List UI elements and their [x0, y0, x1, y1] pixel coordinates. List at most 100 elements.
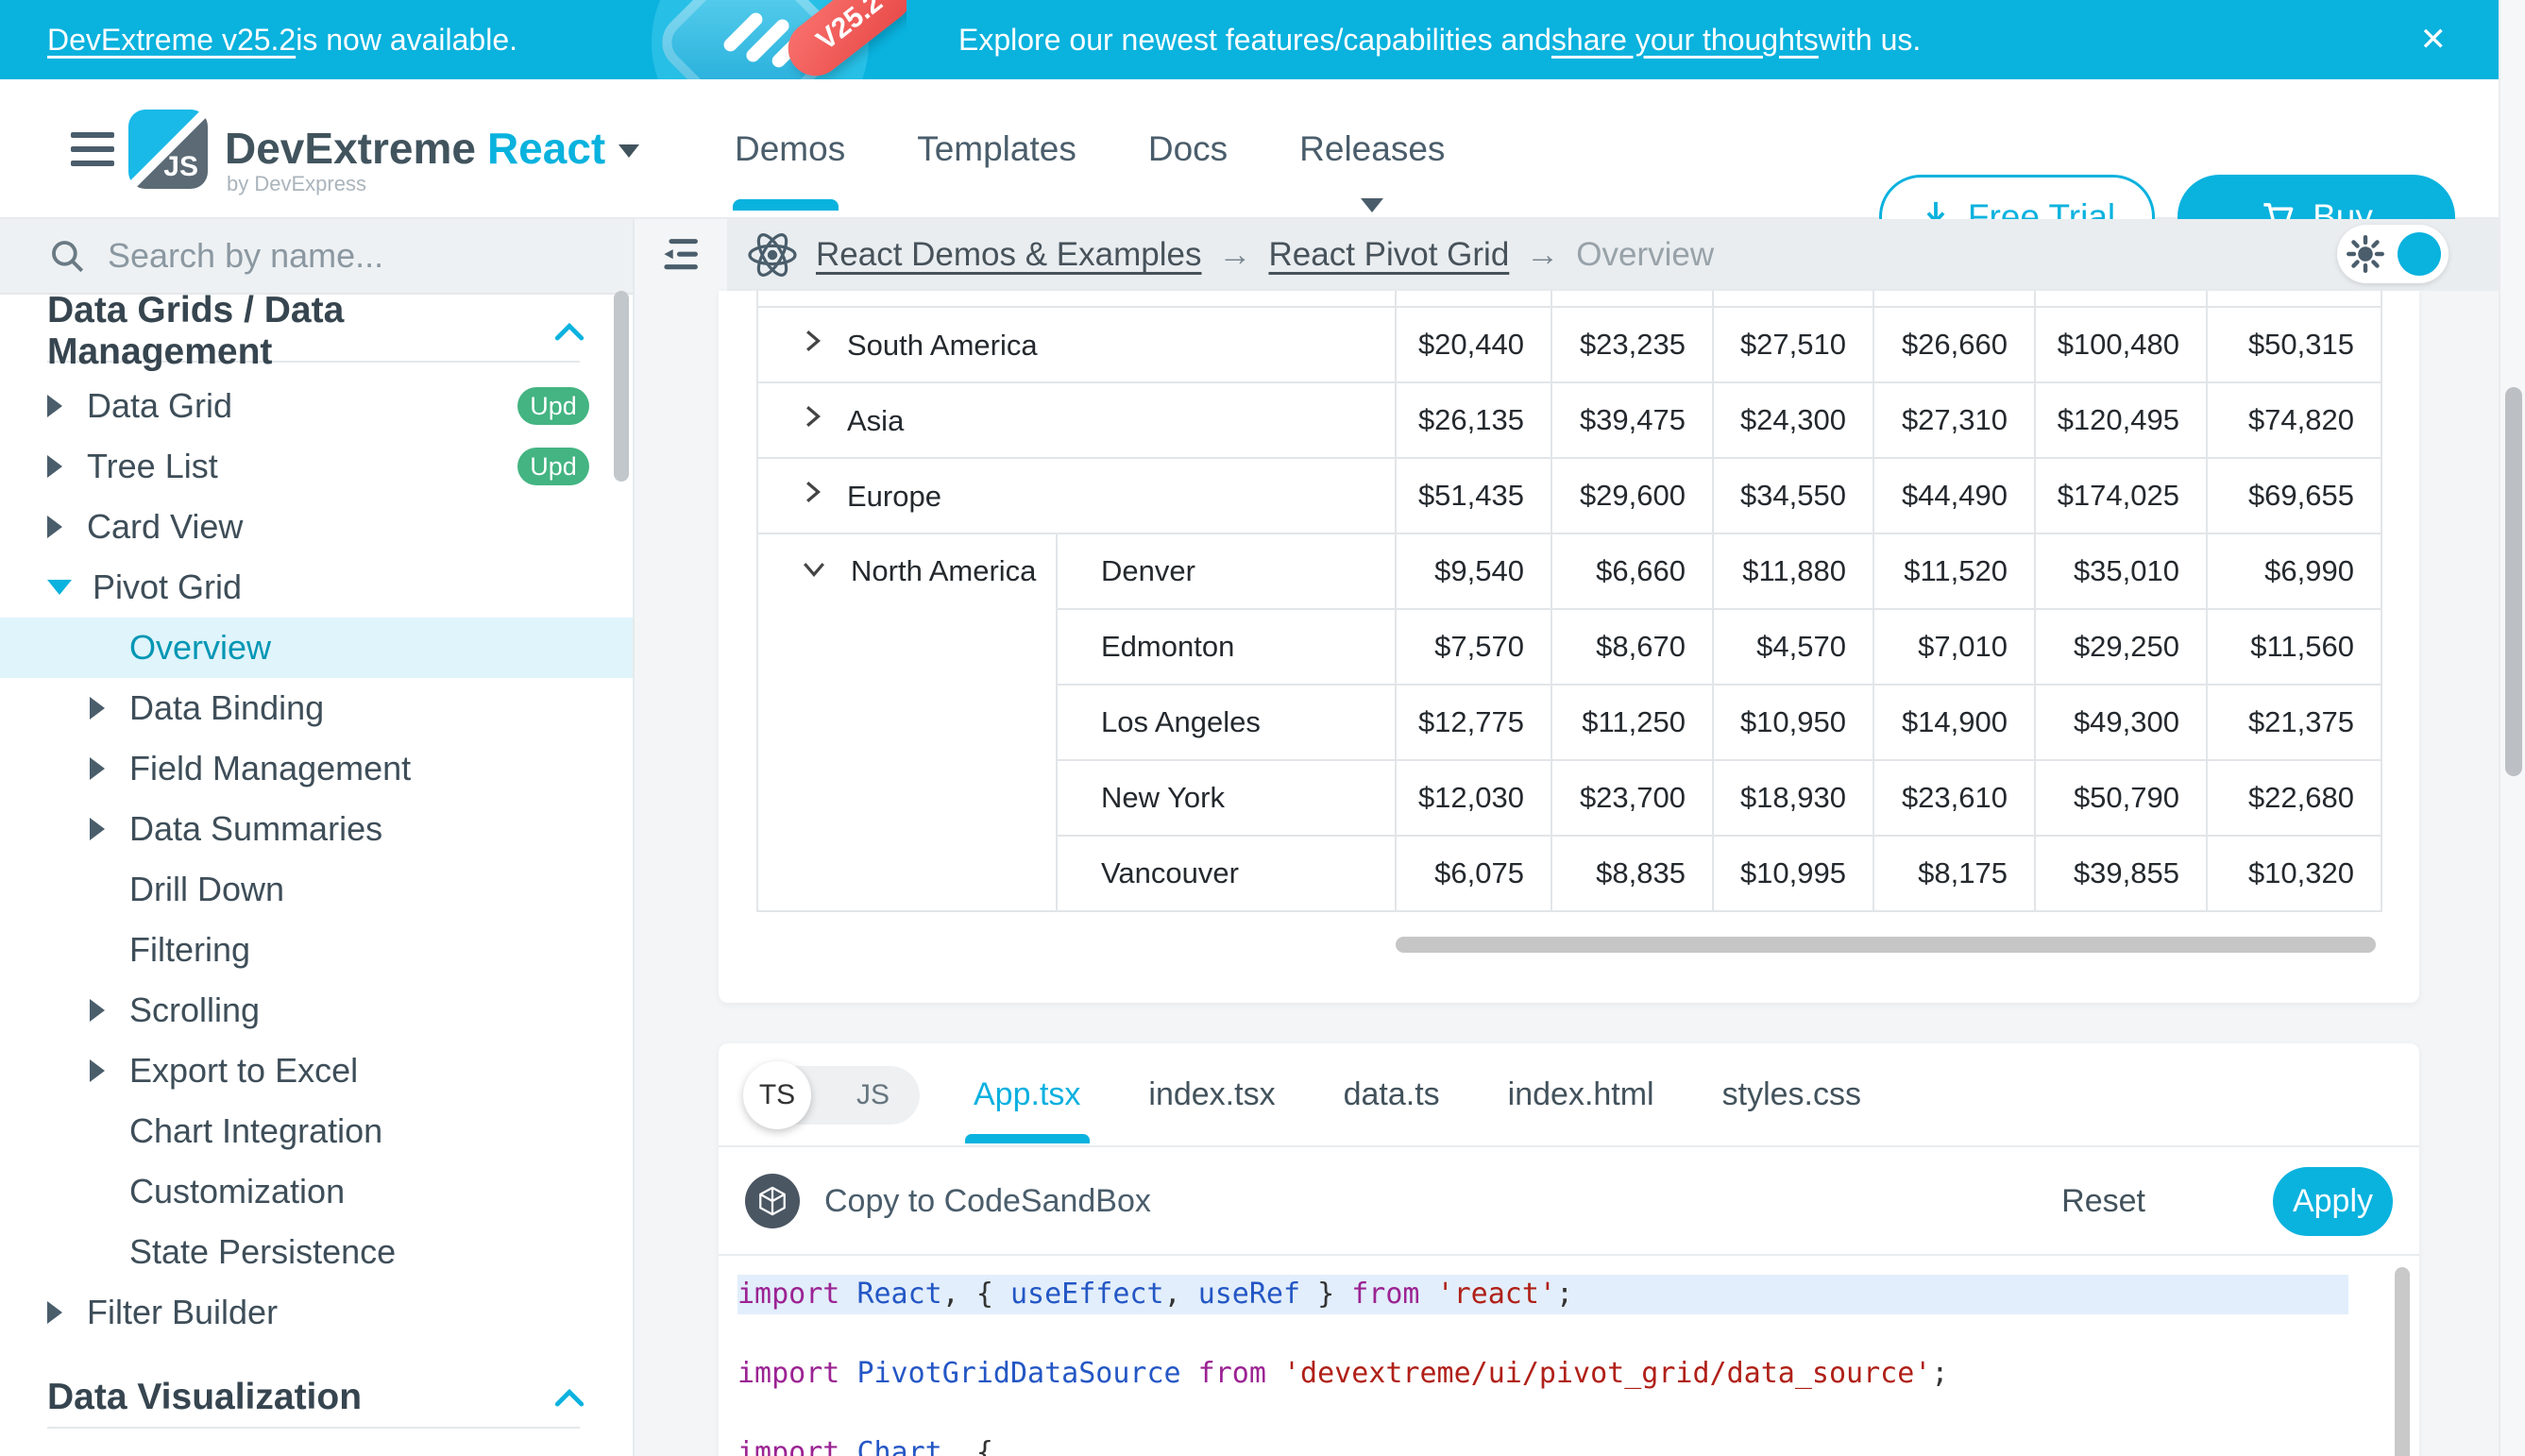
- share-your-thoughts-link[interactable]: share your thoughts: [1551, 23, 1819, 58]
- breadcrumb-separator: →: [1526, 236, 1559, 274]
- breadcrumb-demos-link[interactable]: React Demos & Examples: [816, 236, 1201, 274]
- logo-js-text: JS: [163, 151, 198, 183]
- pivot-value-cell: $7,570: [1396, 609, 1551, 685]
- sidebar-item-data-summaries[interactable]: Data Summaries: [0, 799, 633, 859]
- pivot-city-row: North AmericaDenver$9,540$6,660$11,880$1…: [757, 533, 2381, 609]
- pivot-value-cell: $29,250: [2035, 609, 2207, 685]
- sidebar-item-label: Field Management: [129, 749, 411, 788]
- sidebar-item-data-binding[interactable]: Data Binding: [0, 678, 633, 738]
- sidebar-item-customization[interactable]: Customization: [0, 1161, 633, 1222]
- code-toolbar: Copy to CodeSandBox Reset Apply: [719, 1147, 2419, 1256]
- expand-arrow-icon: [90, 697, 105, 720]
- pivot-value-cell: $6,990: [2207, 533, 2381, 609]
- sidebar-item-label: Export to Excel: [129, 1051, 358, 1091]
- page-scrollbar-thumb[interactable]: [2505, 387, 2522, 776]
- banner-message: Explore our newest features/capabilities…: [958, 0, 1921, 79]
- code-line: import Chart, {: [737, 1433, 2419, 1456]
- collapse-sidebar-button[interactable]: [636, 219, 727, 291]
- devextreme-js-logo[interactable]: JS: [128, 110, 208, 189]
- nav-item-releases[interactable]: Releases: [1299, 129, 1445, 169]
- sidebar-item-field-management[interactable]: Field Management: [0, 738, 633, 799]
- collapse-row-icon[interactable]: [800, 556, 828, 581]
- code-editor[interactable]: import React, { useEffect, useRef } from…: [719, 1256, 2419, 1456]
- region-label: Europe: [847, 480, 941, 513]
- expand-row-icon[interactable]: [800, 327, 824, 355]
- app-header: JS DevExtremeReact by DevExpress Demos Te…: [0, 79, 2499, 219]
- code-tab-index-tsx[interactable]: index.tsx: [1148, 1076, 1275, 1113]
- apply-button[interactable]: Apply: [2273, 1167, 2393, 1236]
- pivot-value-cell: $6,075: [1396, 836, 1551, 911]
- code-token: useRef: [1198, 1278, 1300, 1311]
- pivot-region-cell[interactable]: South America: [757, 307, 1396, 382]
- region-label: South America: [847, 329, 1038, 362]
- code-tab-index-html[interactable]: index.html: [1508, 1076, 1654, 1113]
- code-line: import PivotGridDataSource from 'devextr…: [737, 1354, 2419, 1394]
- code-vertical-scrollbar[interactable]: [2395, 1267, 2410, 1456]
- pivot-region-cell[interactable]: North America: [757, 533, 1057, 911]
- switch-ts-option[interactable]: TS: [743, 1061, 811, 1129]
- region-label: Asia: [847, 404, 904, 437]
- sidebar-section-header[interactable]: Data Grids / Data Management: [0, 302, 633, 361]
- sidebar-item-filter-builder[interactable]: Filter Builder: [0, 1282, 633, 1343]
- sidebar-item-state-persistence[interactable]: State Persistence: [0, 1222, 633, 1282]
- sidebar-item-label: Pivot Grid: [93, 567, 242, 607]
- sidebar-item-data-grid[interactable]: Data GridUpd: [0, 376, 633, 436]
- code-tab-data-ts[interactable]: data.ts: [1344, 1076, 1440, 1113]
- expand-row-icon[interactable]: [800, 402, 824, 431]
- sidebar-item-overview[interactable]: Overview: [0, 618, 633, 678]
- sidebar-section-header[interactable]: Data Visualization: [0, 1368, 633, 1427]
- sidebar-item-scrolling[interactable]: Scrolling: [0, 980, 633, 1041]
- pivot-value-cell: $14,900: [1873, 685, 2035, 760]
- nav-item-docs[interactable]: Docs: [1148, 129, 1228, 169]
- sidebar-item-label: Data Summaries: [129, 809, 382, 849]
- pivot-value-cell: $24,300: [1713, 382, 1873, 458]
- sidebar-scrollbar[interactable]: [614, 291, 629, 482]
- hamburger-menu-icon[interactable]: [71, 132, 114, 166]
- banner-message-post: with us.: [1819, 23, 1921, 58]
- code-tabs-row: TS JS App.tsx index.tsx data.ts index.html s…: [719, 1043, 2419, 1147]
- page-scrollbar-track[interactable]: [2499, 0, 2525, 1456]
- pivot-value-cell: $74,820: [2207, 382, 2381, 458]
- releases-caret-icon: [1361, 198, 1383, 212]
- search-input[interactable]: Search by name...: [0, 219, 633, 295]
- pivot-region-cell[interactable]: Asia: [757, 382, 1396, 458]
- sun-icon: [2345, 233, 2386, 275]
- sidebar-item-tree-list[interactable]: Tree ListUpd: [0, 436, 633, 497]
- pivot-city-cell: Denver: [1057, 533, 1396, 609]
- expand-row-icon[interactable]: [800, 478, 824, 506]
- pivot-city-cell: New York: [1057, 760, 1396, 836]
- pivot-grid-horizontal-scrollbar[interactable]: [1396, 937, 2376, 953]
- sidebar-item-card-view[interactable]: Card View: [0, 497, 633, 557]
- nav-item-demos[interactable]: Demos: [735, 129, 845, 169]
- main-content: React Demos & Examples → React Pivot Gri…: [636, 219, 2499, 1456]
- sidebar-item-drill-down[interactable]: Drill Down: [0, 859, 633, 920]
- sidebar-item-export-to-excel[interactable]: Export to Excel: [0, 1041, 633, 1101]
- breadcrumb-pivotgrid-link[interactable]: React Pivot Grid: [1268, 236, 1509, 274]
- banner-release-link[interactable]: DevExtreme v25.2: [47, 23, 296, 58]
- copy-to-codesandbox-button[interactable]: Copy to CodeSandBox: [745, 1174, 1151, 1228]
- nav-item-templates[interactable]: Templates: [917, 129, 1076, 169]
- expand-arrow-icon: [47, 1301, 62, 1324]
- code-token: React: [856, 1278, 941, 1311]
- brand-title[interactable]: DevExtremeReact by DevExpress: [225, 123, 639, 174]
- switch-js-option[interactable]: JS: [856, 1066, 890, 1125]
- sidebar-item-pivot-grid[interactable]: Pivot Grid: [0, 557, 633, 618]
- expand-arrow-icon: [90, 999, 105, 1022]
- theme-toggle[interactable]: [2337, 225, 2449, 283]
- brand-byline: by DevExpress: [227, 172, 366, 196]
- pivot-value-cell: $10,995: [1713, 836, 1873, 911]
- sidebar-item-filtering[interactable]: Filtering: [0, 920, 633, 980]
- sidebar-item-chart-integration[interactable]: Chart Integration: [0, 1101, 633, 1161]
- code-tab-App-tsx[interactable]: App.tsx: [974, 1076, 1080, 1113]
- code-panel: TS JS App.tsx index.tsx data.ts index.html s…: [719, 1043, 2419, 1456]
- pivot-region-cell[interactable]: Europe: [757, 458, 1396, 533]
- pivot-region-row: South America$20,440$23,235$27,510$26,66…: [757, 307, 2381, 382]
- banner-close-icon[interactable]: ✕: [2420, 0, 2448, 79]
- sidebar-item-label: Filter Builder: [87, 1293, 278, 1332]
- reset-button[interactable]: Reset: [2061, 1147, 2145, 1256]
- expand-arrow-icon: [90, 1059, 105, 1082]
- ts-js-switch[interactable]: TS JS: [746, 1066, 920, 1125]
- active-tab-underline: [733, 199, 839, 211]
- code-token: }: [1300, 1278, 1351, 1311]
- code-tab-styles-css[interactable]: styles.css: [1722, 1076, 1861, 1113]
